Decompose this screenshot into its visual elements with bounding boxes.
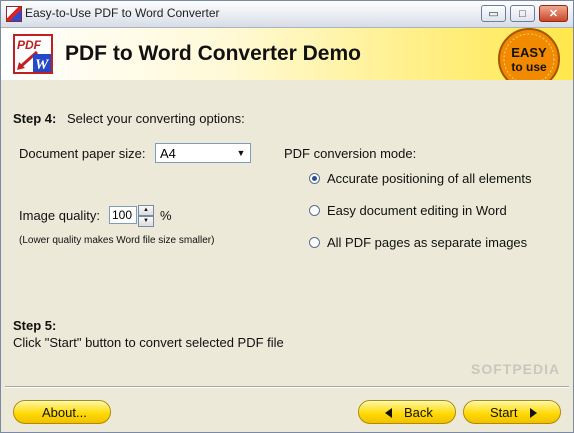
step4-text: Select your converting options: [67,111,245,126]
step5-label: Step 5: [13,318,57,333]
mode-accurate-radio[interactable] [309,173,320,184]
paper-size-label: Document paper size: [19,146,146,161]
footer-divider [5,386,569,388]
mode-easy-edit-label[interactable]: Easy document editing in Word [327,203,507,218]
logo-w-text: W [35,57,50,73]
options-panel: Step 4: Select your converting options: … [1,80,573,386]
mode-images-label[interactable]: All PDF pages as separate images [327,235,527,250]
back-button-label: Back [404,405,433,420]
image-quality-unit: % [160,208,172,223]
about-button[interactable]: About... [13,400,111,424]
arrow-left-icon [385,408,392,418]
start-button[interactable]: Start [463,400,561,424]
arrow-right-icon [530,408,537,418]
minimize-button[interactable]: ▭ [481,5,506,22]
app-window: Easy-to-Use PDF to Word Converter ▭ □ ✕ … [0,0,574,433]
conversion-mode-label: PDF conversion mode: [284,146,417,161]
paper-size-value: A4 [160,146,176,161]
mode-easy-edit-radio[interactable] [309,205,320,216]
footer-bar: About... Back Start [1,389,573,432]
start-button-label: Start [490,405,518,420]
chevron-down-icon[interactable]: ▼ [233,145,249,161]
title-bar[interactable]: Easy-to-Use PDF to Word Converter ▭ □ ✕ [1,1,573,28]
image-quality-spinner[interactable]: ▲ ▼ [138,205,154,227]
badge-line1: EASY [511,45,547,60]
back-button[interactable]: Back [358,400,456,424]
logo-pdf-text: PDF [17,38,42,52]
image-quality-note: (Lower quality makes Word file size smal… [19,235,215,246]
about-button-label: About... [42,405,87,420]
header-banner: PDF W PDF to Word Converter Demo [1,28,573,80]
softpedia-watermark: SOFTPEDIA [471,361,561,377]
step5-text: Click "Start" button to convert selected… [13,335,284,350]
image-quality-label: Image quality: [19,208,100,223]
mode-images-radio[interactable] [309,237,320,248]
page-title: PDF to Word Converter Demo [65,42,361,65]
app-icon[interactable] [6,6,22,22]
spin-down-icon[interactable]: ▼ [138,216,154,227]
maximize-button[interactable]: □ [510,5,535,22]
step4-label: Step 4: [13,111,57,126]
pdf-to-word-logo-icon: PDF W [13,34,53,74]
spin-up-icon[interactable]: ▲ [138,205,154,216]
window-title: Easy-to-Use PDF to Word Converter [25,6,220,20]
paper-size-select[interactable]: A4 ▼ [155,143,251,163]
mode-accurate-label[interactable]: Accurate positioning of all elements [327,171,532,186]
close-button[interactable]: ✕ [539,5,568,22]
badge-line2: to use [511,60,547,74]
image-quality-input[interactable]: 100 [109,206,137,224]
